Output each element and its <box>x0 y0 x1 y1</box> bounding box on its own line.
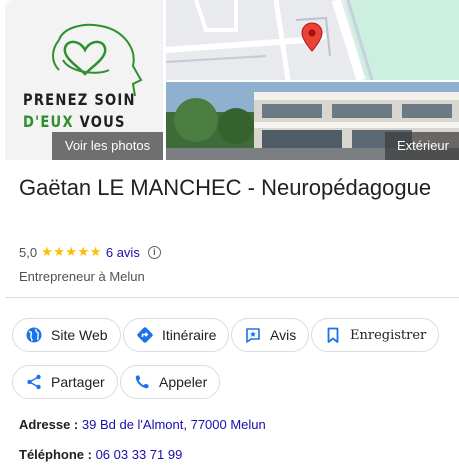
logo-text-eux: D'EUX <box>23 112 74 131</box>
reviews-button[interactable]: Avis <box>231 318 310 352</box>
address-link[interactable]: 39 Bd de l'Almont, 77000 Melun <box>82 417 266 432</box>
see-photos-button[interactable]: Voir les photos <box>52 132 163 160</box>
map-pin-icon <box>301 22 323 52</box>
directions-label: Itinéraire <box>162 327 217 343</box>
globe-icon <box>25 326 43 344</box>
save-label: Enregistrer <box>350 327 427 343</box>
rating-row: 5,0 ★★★★★ 6 avis i <box>19 243 161 261</box>
share-icon <box>25 373 43 391</box>
divider <box>5 297 459 298</box>
review-star-icon <box>244 326 262 344</box>
logo-photo[interactable]: PRENEZ SOIN D'EUX VOUS Voir les photos <box>5 0 163 160</box>
star-rating-icon: ★★★★★ <box>41 244 102 259</box>
business-category: Entrepreneur à Melun <box>19 269 145 284</box>
phone-label: Téléphone : <box>19 447 92 462</box>
logo-text-vous: VOUS <box>79 112 126 131</box>
share-button[interactable]: Partager <box>12 365 118 399</box>
call-label: Appeler <box>159 374 208 390</box>
website-button[interactable]: Site Web <box>12 318 121 352</box>
map-thumbnail[interactable] <box>166 0 459 80</box>
save-button[interactable]: Enregistrer <box>311 318 440 352</box>
logo-text-line1: PRENEZ SOIN <box>23 90 136 109</box>
logo-text-line2: D'EUX VOUS <box>23 112 126 131</box>
exterior-photo[interactable]: Extérieur <box>166 82 459 160</box>
phone-icon <box>133 373 151 391</box>
directions-button[interactable]: Itinéraire <box>123 318 230 352</box>
share-label: Partager <box>51 374 105 390</box>
directions-icon <box>136 326 154 344</box>
reviews-link[interactable]: 6 avis <box>106 245 140 260</box>
call-button[interactable]: Appeler <box>120 365 221 399</box>
info-icon[interactable]: i <box>147 245 161 259</box>
exterior-label[interactable]: Extérieur <box>384 132 459 160</box>
bookmark-icon <box>324 326 342 344</box>
rating-value: 5,0 <box>19 244 38 260</box>
phone-link[interactable]: 06 03 33 71 99 <box>96 447 183 462</box>
phone-row: Téléphone : 06 03 33 71 99 <box>19 447 182 462</box>
address-row: Adresse : 39 Bd de l'Almont, 77000 Melun <box>19 417 266 432</box>
address-label: Adresse : <box>19 417 79 432</box>
reviews-button-label: Avis <box>270 327 297 343</box>
photo-gallery: PRENEZ SOIN D'EUX VOUS Voir les photos E… <box>5 0 459 160</box>
website-label: Site Web <box>51 327 108 343</box>
business-name: Gaëtan LE MANCHEC - Neuropédagogue <box>19 175 432 200</box>
